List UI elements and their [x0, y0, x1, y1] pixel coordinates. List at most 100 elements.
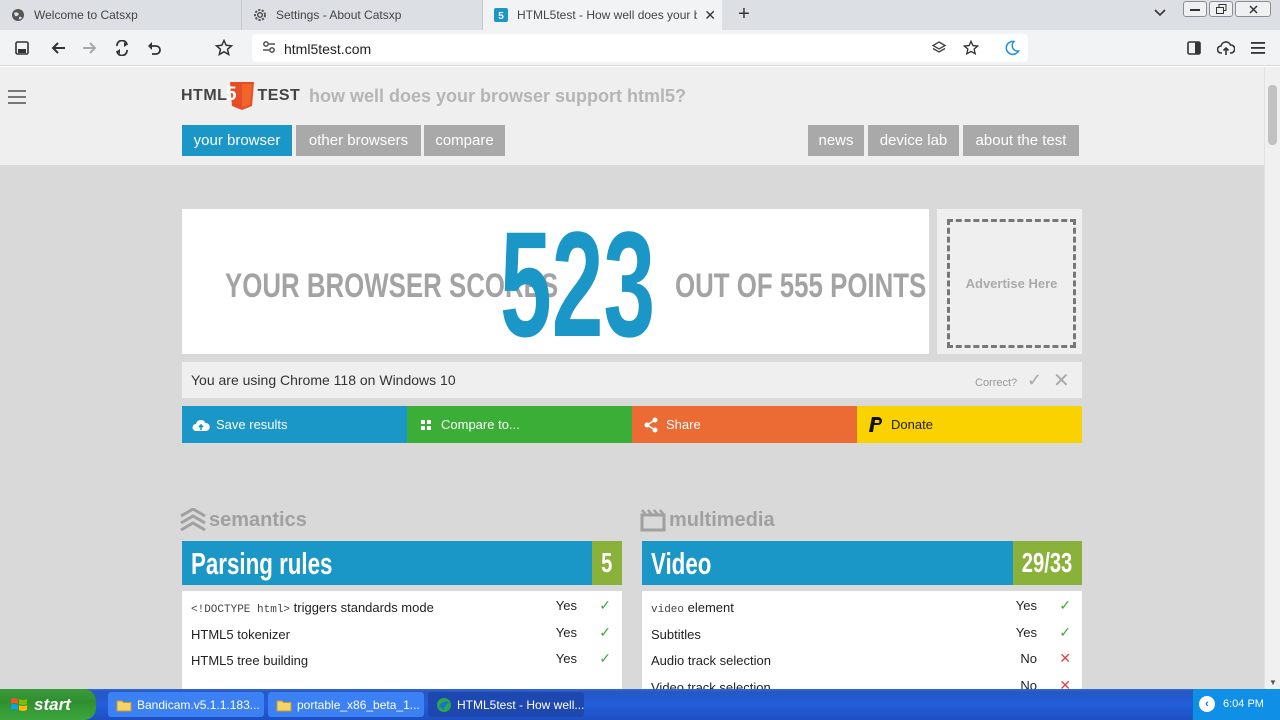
- cross-icon: ✕: [1059, 650, 1071, 666]
- share-icon: [642, 416, 660, 434]
- close-tab-icon[interactable]: ✕: [704, 8, 716, 22]
- tab-strip: Welcome to Catsxp Settings - About Catsx…: [0, 0, 1280, 30]
- clock: 6:04 PM: [1223, 698, 1264, 710]
- donate-button[interactable]: Donate: [857, 406, 1082, 443]
- save-results-label: Save results: [216, 417, 288, 432]
- row-label: element: [684, 600, 734, 615]
- forward-icon[interactable]: [80, 38, 100, 58]
- row-label: HTML5 tokenizer: [191, 627, 290, 642]
- reload-icon[interactable]: [112, 38, 132, 58]
- taskbar-item-html5test[interactable]: HTML5test - How well...: [428, 692, 584, 717]
- url-text[interactable]: html5test.com: [284, 41, 371, 57]
- score-value: 523: [500, 200, 656, 368]
- row-label: Subtitles: [651, 627, 701, 642]
- logo-text-left: HTML: [181, 87, 228, 104]
- restore-button[interactable]: [1209, 1, 1233, 17]
- nav-compare[interactable]: compare: [424, 125, 505, 156]
- nav-news[interactable]: news: [808, 125, 864, 156]
- grid-icon: [417, 416, 435, 434]
- taskbar-item-label: Bandicam.v5.1.1.183...: [137, 697, 260, 712]
- semantics-layers-icon: [180, 508, 206, 532]
- save-results-button[interactable]: Save results: [182, 406, 407, 443]
- category-title: Parsing rules: [191, 546, 333, 581]
- tray-expand-icon[interactable]: ‹: [1199, 696, 1215, 712]
- cloud-upload-icon: [192, 416, 210, 434]
- site-logo[interactable]: HTML 5 TEST: [181, 81, 300, 111]
- page-viewport: HTML 5 TEST how well does your browser s…: [0, 67, 1264, 689]
- row-result: Yes: [1015, 598, 1037, 613]
- bookmark-star-icon[interactable]: [214, 38, 234, 58]
- confirm-check-icon[interactable]: ✓: [1027, 370, 1042, 391]
- donate-label: Donate: [891, 417, 933, 432]
- row-result: Yes: [555, 625, 577, 640]
- folder-icon: [276, 700, 292, 711]
- nav-your-browser[interactable]: your browser: [182, 125, 292, 156]
- share-button[interactable]: Share: [632, 406, 857, 443]
- tab-welcome[interactable]: Welcome to Catsxp: [0, 0, 242, 30]
- category-score: 5: [592, 541, 622, 585]
- parsing-rules-list: <!DOCTYPE html> triggers standards mode …: [182, 591, 622, 689]
- nav-device-lab[interactable]: device lab: [868, 125, 959, 156]
- check-icon: ✓: [599, 624, 611, 640]
- scrollbar-thumb[interactable]: [1268, 85, 1277, 145]
- browser-icon: [437, 697, 451, 712]
- menu-icon[interactable]: [1248, 38, 1268, 58]
- row-label: HTML5 tree building: [191, 653, 309, 668]
- back-icon[interactable]: [48, 38, 68, 58]
- check-icon: ✓: [599, 650, 611, 666]
- scroll-down-arrow-icon[interactable]: ▼: [1269, 678, 1277, 687]
- nav-about-the-test[interactable]: about the test: [963, 125, 1079, 156]
- cloud-upload-icon[interactable]: [1216, 38, 1236, 58]
- layers-icon[interactable]: [930, 39, 948, 57]
- new-tab-button[interactable]: +: [734, 4, 754, 24]
- site-header: HTML 5 TEST how well does your browser s…: [0, 67, 1264, 165]
- undo-icon[interactable]: [144, 38, 164, 58]
- favorite-star-icon[interactable]: [962, 39, 980, 57]
- taskbar-item-label: HTML5test - How well...: [457, 697, 584, 712]
- row-label: Audio track selection: [651, 653, 771, 668]
- taskbar-item-bandicam[interactable]: Bandicam.v5.1.1.183...: [108, 692, 264, 717]
- tab-settings[interactable]: Settings - About Catsxp: [242, 0, 483, 30]
- reject-x-icon[interactable]: ✕: [1053, 368, 1070, 393]
- logo-number: 5: [226, 84, 238, 105]
- hamburger-menu-icon[interactable]: [8, 90, 26, 104]
- category-parsing-rules[interactable]: Parsing rules 5: [182, 541, 622, 585]
- list-item: Video track selection No ✕: [651, 677, 1073, 689]
- advertisement-box[interactable]: Advertise Here: [937, 209, 1082, 354]
- section-semantics-heading: semantics: [180, 506, 307, 534]
- row-code: video: [651, 604, 685, 616]
- score-suffix: OUT OF 555 POINTS: [675, 267, 927, 305]
- tab-title: Settings - About Catsxp: [276, 8, 402, 22]
- sidebar-icon[interactable]: [1184, 38, 1204, 58]
- check-icon: ✓: [599, 597, 611, 613]
- taskbar-item-label: portable_x86_beta_1...: [297, 697, 420, 712]
- action-bar: Save results Compare to... Share Donate: [182, 406, 1082, 443]
- category-video[interactable]: Video 29/33: [642, 541, 1082, 585]
- advertise-here-label: Advertise Here: [947, 219, 1076, 348]
- address-bar[interactable]: html5test.com: [252, 34, 1028, 62]
- row-result: Yes: [555, 598, 577, 613]
- taskbar: start Bandicam.v5.1.1.183... portable_x8…: [0, 689, 1280, 720]
- vertical-scrollbar[interactable]: ▼: [1264, 67, 1280, 689]
- check-icon: ✓: [1059, 624, 1071, 640]
- navigation-bar: html5test.com: [0, 30, 1280, 66]
- tab-title: HTML5test - How well does your bro: [517, 8, 697, 22]
- correct-label: Correct?: [975, 377, 1018, 389]
- compare-to-button[interactable]: Compare to...: [407, 406, 632, 443]
- list-item: Audio track selection No ✕: [651, 650, 1073, 670]
- minimize-button[interactable]: [1183, 1, 1207, 17]
- taskbar-item-portable[interactable]: portable_x86_beta_1...: [268, 692, 424, 717]
- site-settings-icon[interactable]: [262, 40, 276, 57]
- list-item: video element Yes ✓: [651, 597, 1073, 617]
- tab-html5test[interactable]: 5 HTML5test - How well does your bro ✕: [483, 0, 722, 30]
- score-panel: YOUR BROWSER SCORES 523 OUT OF 555 POINT…: [182, 209, 929, 359]
- category-title: Video: [651, 546, 712, 581]
- archive-icon[interactable]: [12, 38, 32, 58]
- close-window-button[interactable]: [1235, 1, 1271, 17]
- nav-other-browsers[interactable]: other browsers: [296, 125, 421, 156]
- start-button[interactable]: start: [0, 689, 96, 720]
- row-code: <!DOCTYPE html>: [191, 604, 291, 616]
- dark-mode-moon-icon[interactable]: [1003, 39, 1021, 57]
- html5-icon: 5: [493, 7, 509, 23]
- tab-list-chevron-icon[interactable]: [1154, 6, 1166, 20]
